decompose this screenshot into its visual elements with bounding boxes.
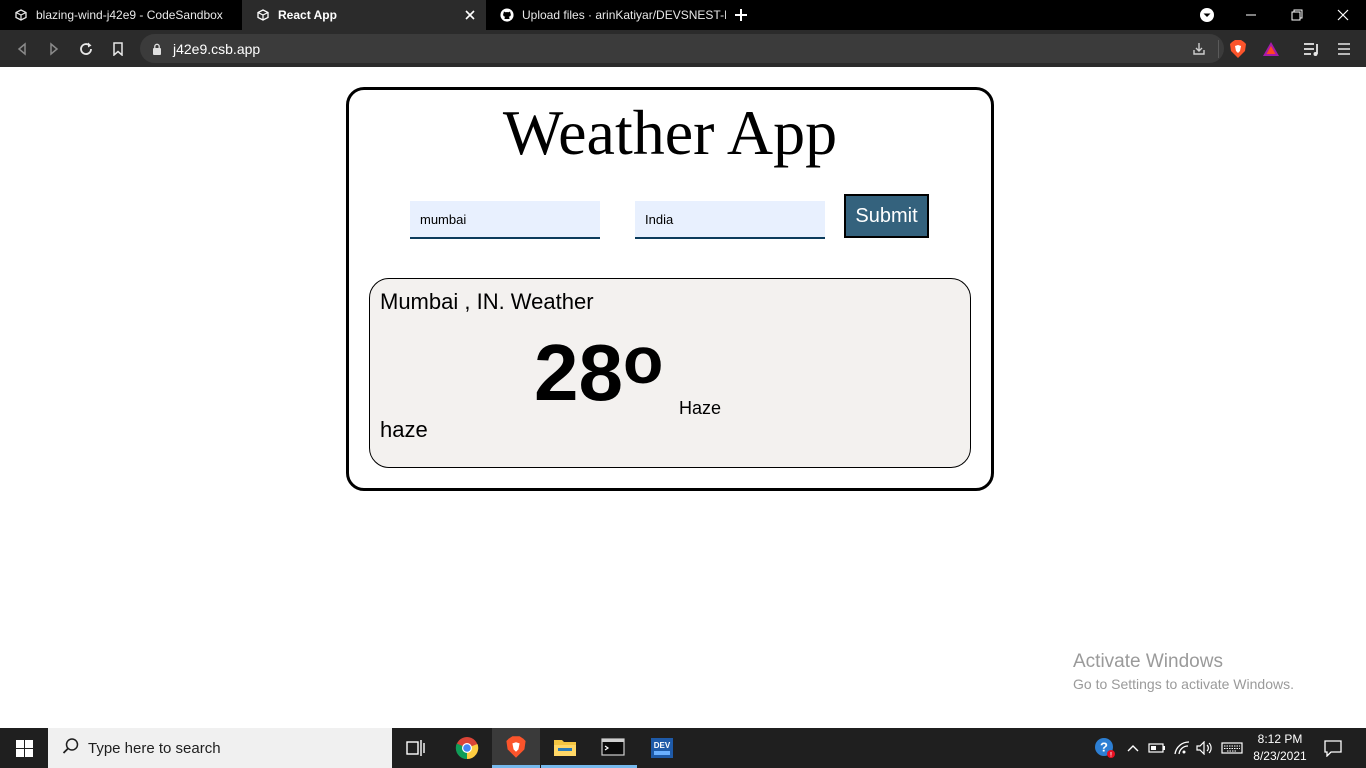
temperature-display: 28 o	[534, 327, 663, 417]
forward-icon[interactable]	[43, 38, 65, 60]
notifications-icon[interactable]	[1318, 728, 1348, 768]
tab-title: Upload files · arinKatiyar/DEVSNEST-FI	[522, 8, 726, 22]
brave-browser-icon[interactable]	[492, 728, 540, 768]
brave-rewards-icon[interactable]	[1261, 39, 1281, 59]
tab-github-upload[interactable]: Upload files · arinKatiyar/DEVSNEST-FI	[486, 0, 726, 30]
wifi-icon[interactable]	[1171, 728, 1193, 768]
activate-windows-watermark: Activate Windows Go to Settings to activ…	[1073, 651, 1294, 692]
tab-react-app[interactable]: React App	[242, 0, 486, 30]
minimize-icon[interactable]	[1228, 0, 1274, 30]
search-icon	[62, 737, 80, 760]
close-tab-icon[interactable]	[462, 7, 478, 23]
brave-shields-icon[interactable]	[1228, 39, 1248, 59]
taskbar-clock[interactable]: 8:12 PM 8/23/2021	[1246, 731, 1314, 765]
browser-toolbar: j42e9.csb.app	[0, 30, 1366, 67]
submit-button[interactable]: Submit	[844, 194, 929, 238]
codesandbox-icon	[256, 8, 270, 22]
playlist-icon[interactable]	[1302, 39, 1322, 59]
reload-icon[interactable]	[75, 38, 97, 60]
taskbar-search-box[interactable]: Type here to search	[48, 728, 392, 768]
activate-windows-subtitle: Go to Settings to activate Windows.	[1073, 676, 1294, 692]
page-title: Weather App	[502, 97, 838, 168]
github-icon	[500, 8, 514, 22]
toolbar-divider	[1218, 40, 1219, 58]
weather-main: Haze	[679, 398, 722, 418]
restore-icon[interactable]	[1274, 0, 1320, 30]
svg-text:?: ?	[1100, 740, 1108, 755]
location-heading: Mumbai , IN. Weather	[380, 289, 594, 314]
back-icon[interactable]	[11, 38, 33, 60]
battery-icon[interactable]	[1146, 728, 1168, 768]
weather-result-panel: Mumbai , IN. Weather 28 o Haze haze	[369, 278, 971, 468]
address-bar[interactable]: j42e9.csb.app	[140, 34, 1224, 63]
windows-start-icon[interactable]	[0, 728, 48, 768]
clock-time: 8:12 PM	[1257, 732, 1303, 746]
country-input[interactable]	[635, 201, 825, 239]
help-icon[interactable]: ?!	[1092, 728, 1118, 768]
chevron-up-icon[interactable]	[1124, 728, 1142, 768]
clock-date: 8/23/2021	[1253, 749, 1307, 763]
terminal-icon[interactable]	[589, 728, 637, 768]
city-input[interactable]	[410, 201, 600, 239]
tab-title: React App	[278, 8, 337, 22]
tab-search-icon[interactable]	[1198, 6, 1216, 24]
dev-app-icon[interactable]: DEV	[638, 728, 686, 768]
tab-codesandbox[interactable]: blazing-wind-j42e9 - CodeSandbox	[0, 0, 242, 30]
menu-icon[interactable]	[1334, 39, 1354, 59]
degree-symbol: o	[622, 323, 664, 397]
svg-text:DEV: DEV	[654, 741, 671, 750]
install-app-icon[interactable]	[1189, 39, 1209, 59]
windows-taskbar: Type here to search DEV ?! 8:12 PM 8/23/…	[0, 728, 1366, 768]
new-tab-icon[interactable]	[732, 6, 750, 24]
activate-windows-title: Activate Windows	[1073, 651, 1223, 672]
svg-text:!: !	[1110, 753, 1112, 759]
weather-description: haze	[380, 417, 428, 442]
url-text: j42e9.csb.app	[173, 41, 261, 57]
chrome-icon[interactable]	[443, 728, 491, 768]
taskbar-search-placeholder: Type here to search	[88, 739, 221, 757]
browser-tab-strip: blazing-wind-j42e9 - CodeSandbox React A…	[0, 0, 1366, 30]
task-view-icon[interactable]	[392, 728, 440, 768]
codesandbox-icon	[14, 8, 28, 22]
volume-icon[interactable]	[1194, 728, 1216, 768]
weather-card: Weather App Submit Mumbai , IN. Weather …	[346, 87, 994, 491]
close-window-icon[interactable]	[1320, 0, 1366, 30]
temperature-value: 28	[534, 328, 623, 417]
tab-title: blazing-wind-j42e9 - CodeSandbox	[36, 8, 223, 22]
file-explorer-icon[interactable]	[541, 728, 589, 768]
lock-icon	[152, 42, 162, 60]
bookmark-icon[interactable]	[107, 38, 129, 60]
keyboard-icon[interactable]	[1219, 728, 1245, 768]
